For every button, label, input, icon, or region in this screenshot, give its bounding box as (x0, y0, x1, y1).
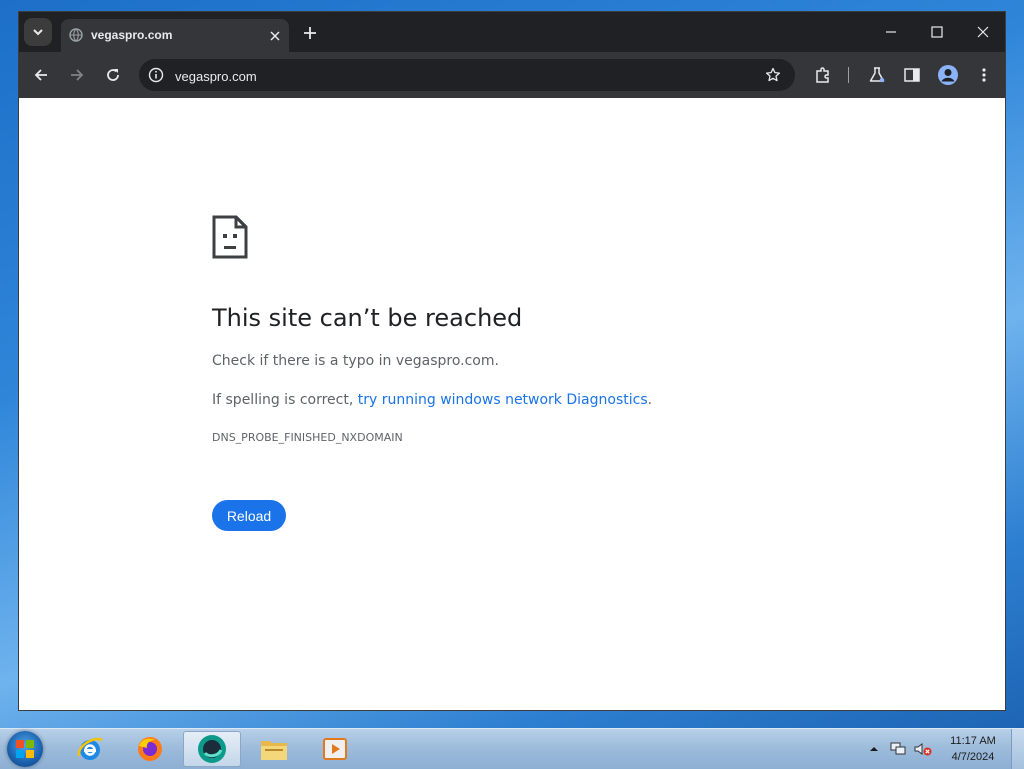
side-panel-icon (904, 68, 920, 82)
clock-date: 4/7/2024 (951, 751, 995, 763)
menu-button[interactable] (972, 63, 996, 87)
tray-network[interactable] (888, 729, 908, 769)
taskbar-clock[interactable]: 11:17 AM 4/7/2024 (940, 733, 1006, 765)
network-icon (890, 742, 906, 755)
arrow-left-icon (34, 69, 47, 81)
maximize-icon (931, 26, 943, 38)
maximize-button[interactable] (922, 20, 952, 44)
tray-volume[interactable] (912, 729, 934, 769)
toolbar-separator (848, 67, 849, 83)
sad-document-icon (212, 215, 248, 259)
page-content: This site can’t be reached Check if ther… (19, 98, 1005, 710)
clock-time: 11:17 AM (950, 735, 996, 747)
browser-window: vegaspro.com vegaspro.com This site can’… (18, 11, 1006, 711)
reload-button[interactable]: Reload (212, 500, 286, 531)
diagnostics-link[interactable]: try running windows network Diagnostics (358, 392, 648, 408)
back-button[interactable] (29, 63, 53, 87)
taskbar-firefox[interactable] (121, 731, 179, 767)
url-input[interactable] (173, 65, 737, 87)
avatar-icon (938, 65, 958, 85)
profile-button[interactable] (936, 63, 960, 87)
suggestion-suffix: . (647, 392, 653, 408)
taskbar: 11:17 AM 4/7/2024 (0, 728, 1024, 769)
minimize-button[interactable] (876, 20, 906, 44)
puzzle-icon (816, 67, 829, 83)
error-hint: Check if there is a typo in vegaspro.com… (212, 353, 499, 369)
close-icon (270, 31, 280, 41)
arrow-right-icon (71, 69, 84, 81)
extensions-button[interactable] (811, 63, 835, 87)
browser-toolbar (19, 52, 1005, 98)
labs-button[interactable] (865, 63, 889, 87)
error-code: DNS_PROBE_FINISHED_NXDOMAIN (212, 431, 403, 444)
forward-button[interactable] (65, 63, 89, 87)
chevron-up-icon (870, 747, 878, 751)
taskbar-internet-explorer[interactable] (61, 731, 119, 767)
error-suggestion: If spelling is correct, try running wind… (212, 392, 652, 408)
tab-title: vegaspro.com (91, 28, 173, 42)
taskbar-browser[interactable] (183, 731, 241, 767)
close-window-button[interactable] (968, 20, 998, 44)
minimize-icon (886, 31, 896, 33)
info-icon[interactable] (148, 67, 164, 83)
new-tab-button[interactable] (300, 23, 320, 43)
firefox-icon (138, 737, 162, 761)
reload-toolbar-button[interactable] (101, 63, 125, 87)
volume-muted-icon (914, 743, 932, 756)
browser-tab[interactable]: vegaspro.com (61, 19, 289, 52)
tab-close-button[interactable] (267, 28, 283, 44)
chevron-down-icon (33, 29, 43, 36)
close-icon (977, 26, 989, 38)
taskbar-media-player[interactable] (306, 731, 364, 767)
side-panel-button[interactable] (900, 63, 924, 87)
more-vert-icon (982, 68, 986, 82)
tray-expand-button[interactable] (866, 729, 882, 769)
show-desktop-button[interactable] (1011, 729, 1024, 769)
refresh-icon (107, 69, 119, 81)
taskbar-file-explorer[interactable] (245, 731, 303, 767)
browser-app-icon (198, 735, 226, 763)
folder-icon (261, 741, 287, 760)
media-player-icon (323, 738, 347, 760)
star-icon[interactable] (765, 67, 781, 83)
address-bar[interactable] (139, 59, 795, 91)
flask-icon (869, 67, 885, 83)
tab-search-button[interactable] (24, 18, 52, 46)
plus-icon (304, 27, 316, 39)
start-button[interactable] (7, 731, 43, 767)
internet-explorer-icon (77, 737, 103, 760)
globe-icon (69, 28, 83, 42)
title-bar: vegaspro.com (19, 12, 1005, 52)
error-title: This site can’t be reached (212, 304, 523, 332)
suggestion-prefix: If spelling is correct, (212, 392, 358, 408)
windows-logo-icon (16, 740, 34, 758)
